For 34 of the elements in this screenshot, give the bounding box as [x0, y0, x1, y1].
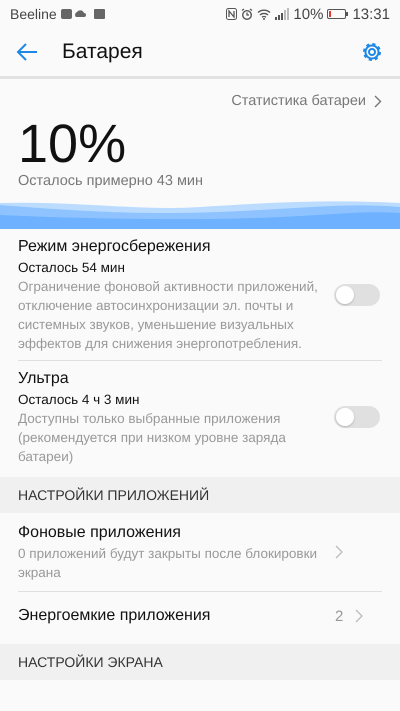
mode-title: Ультра	[18, 369, 70, 389]
chevron-icon	[374, 94, 382, 108]
chevron-icon	[355, 609, 364, 623]
battery-icon	[327, 9, 348, 19]
settings-item[interactable]: Фоновые приложения 0 приложений будут закрыты после блокировки экрана	[18, 513, 382, 591]
item-count: 2	[335, 608, 344, 624]
screen-title: Батарея	[62, 40, 143, 64]
section-header: НАСТРОЙКИ ЭКРАНА	[18, 654, 163, 670]
notification-icons	[60, 8, 107, 20]
mode-remaining: Осталось 54 мин	[18, 259, 126, 277]
mode-description: Ограничение фоновой активности приложений, отключение автосинхронизации эл. почты и системных звуков, уменьшение визуальных эффектов для снижения энергопотребления.	[18, 278, 319, 353]
item-description: 0 приложений будут закрыты после блокировки экрана	[18, 545, 318, 582]
time-remaining: Осталось примерно 43 мин	[17, 173, 204, 189]
gear-icon	[360, 40, 384, 64]
alarm-icon	[241, 8, 254, 20]
settings-item[interactable]: Энергоемкие приложения 2	[18, 591, 382, 640]
back-arrow-icon	[16, 43, 38, 61]
battery-percent-large: 10%	[17, 115, 128, 173]
clock: 13:31	[352, 6, 390, 22]
battery-stats-link[interactable]: Статистика батареи	[231, 93, 382, 109]
toggle-switch[interactable]	[334, 406, 380, 428]
chevron-icon	[335, 545, 343, 559]
item-title: Фоновые приложения	[18, 523, 182, 543]
mode-remaining: Осталось 4 ч 3 мин	[18, 391, 140, 409]
battery-percent: 10%	[293, 6, 324, 22]
mode-title: Режим энергосбережения	[18, 237, 212, 257]
signal-icon	[275, 8, 290, 20]
section-header: НАСТРОЙКИ ПРИЛОЖЕНИЙ	[18, 487, 210, 503]
item-title: Энергоемкие приложения	[18, 606, 212, 626]
toggle-switch[interactable]	[334, 284, 380, 306]
mode-description: Доступны только выбранные приложения (рекомендуется при низком уровне заряда батареи)	[18, 410, 287, 466]
nfc-icon	[226, 8, 238, 20]
wifi-icon	[257, 8, 272, 20]
carrier-name: Beeline	[10, 6, 57, 22]
